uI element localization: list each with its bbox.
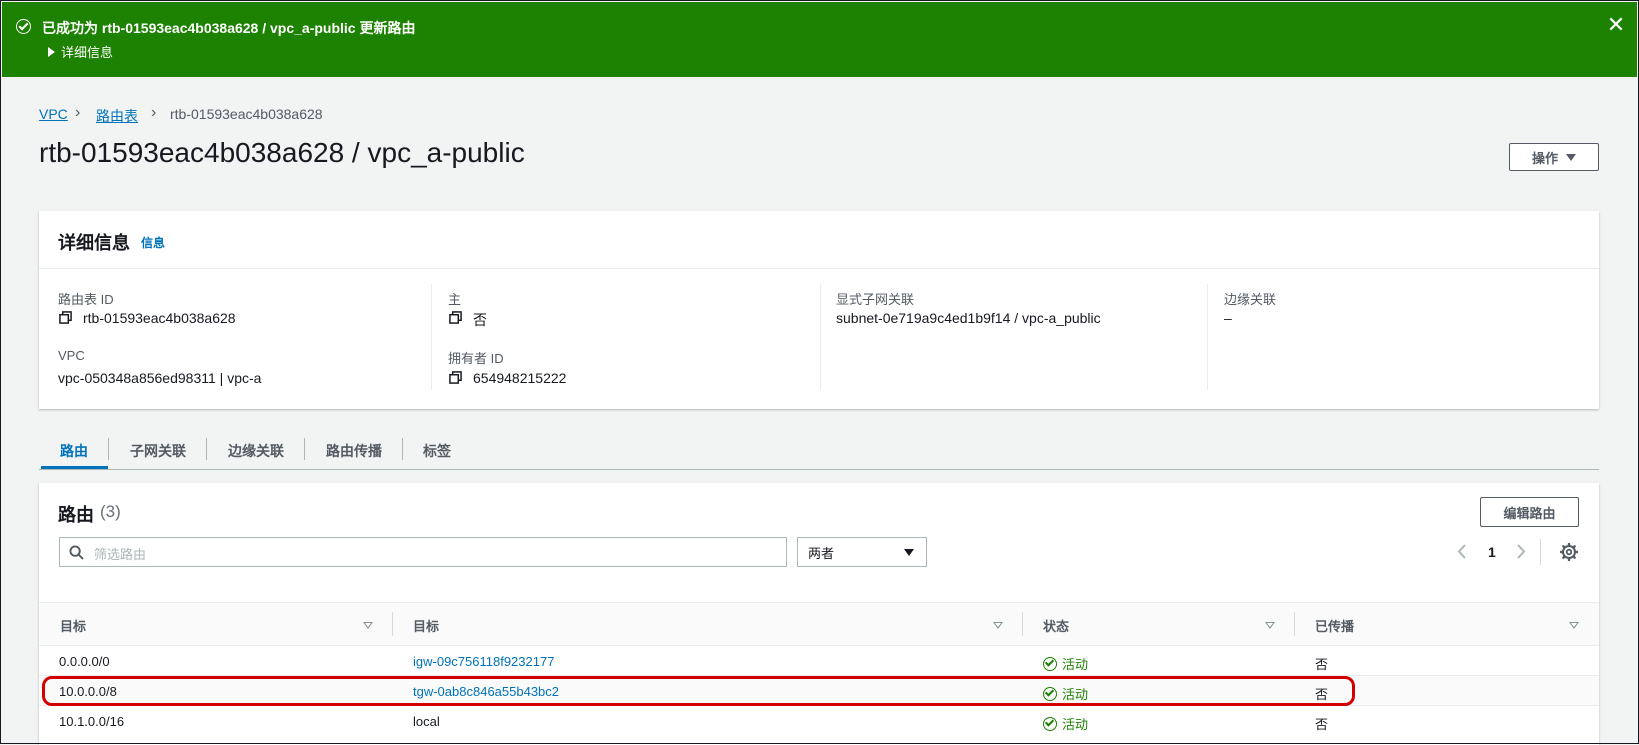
route-status-label: 活动 <box>1062 687 1089 702</box>
copy-icon[interactable] <box>449 311 462 324</box>
column-divider[interactable] <box>392 612 393 636</box>
tab-separator <box>304 438 305 460</box>
copy-icon[interactable] <box>59 311 72 324</box>
status-check-icon <box>1043 686 1057 701</box>
edge-association-value: – <box>1224 310 1232 326</box>
divider <box>39 268 1599 269</box>
column-divider[interactable] <box>1022 612 1023 636</box>
actions-label: 操作 <box>1531 150 1558 166</box>
column-header-propagated[interactable]: 已传播 <box>1315 616 1354 635</box>
close-icon[interactable]: ✕ <box>1606 14 1626 36</box>
tabs-bottom-border <box>39 469 1599 470</box>
status-check-icon <box>1043 656 1057 671</box>
owner-id-value: 654948215222 <box>473 370 567 386</box>
actions-dropdown-button[interactable]: 操作 <box>1509 143 1599 171</box>
page-title: rtb-01593eac4b038a628 / vpc_a-public <box>39 137 525 168</box>
propagation-filter-select[interactable]: 两者 <box>797 537 927 567</box>
owner-id-label: 拥有者 ID <box>448 351 504 366</box>
route-destination: 10.0.0.0/8 <box>59 684 117 699</box>
route-status-label: 活动 <box>1062 657 1089 672</box>
route-table-id-value: rtb-01593eac4b038a628 <box>83 310 236 326</box>
sort-icon[interactable] <box>993 622 1003 629</box>
status-check-icon <box>1043 716 1057 731</box>
column-header-target[interactable]: 目标 <box>413 616 439 635</box>
filter-routes-input[interactable] <box>59 537 787 567</box>
table-row <box>39 676 1599 705</box>
routes-count: (3) <box>100 502 121 521</box>
route-target-link[interactable]: igw-09c756118f9232177 <box>413 654 554 669</box>
tab-subnet-associations[interactable]: 子网关联 <box>130 441 186 461</box>
gear-icon[interactable] <box>1560 543 1578 561</box>
breadcrumb-current: rtb-01593eac4b038a628 <box>170 106 323 122</box>
breadcrumb-separator-icon: › <box>75 104 81 121</box>
edit-routes-button[interactable]: 编辑路由 <box>1480 497 1579 527</box>
route-status: 活动 <box>1043 714 1088 733</box>
main-value: 否 <box>473 312 487 328</box>
route-table-id-label: 路由表 ID <box>58 292 114 307</box>
explicit-subnet-link[interactable]: subnet-0e719a9c4ed1b9f14 / vpc-a_public <box>836 310 1101 326</box>
filter-routes-placeholder: 筛选路由 <box>94 547 147 562</box>
tab-edge-associations[interactable]: 边缘关联 <box>228 441 284 461</box>
column-divider <box>1207 284 1208 390</box>
vpc-link[interactable]: vpc-050348a856ed98311 | vpc-a <box>58 370 261 386</box>
tab-separator <box>402 438 403 460</box>
column-divider[interactable] <box>1294 612 1295 636</box>
tab-routes[interactable]: 路由 <box>60 441 88 461</box>
details-info-link[interactable]: 信息 <box>141 234 165 251</box>
flash-details-toggle[interactable]: 详细信息 <box>48 42 113 61</box>
row-divider <box>39 705 1599 706</box>
breadcrumb-separator-icon: › <box>151 104 157 121</box>
edit-routes-label: 编辑路由 <box>1503 505 1556 521</box>
route-propagated: 否 <box>1315 657 1329 672</box>
chevron-left-icon[interactable] <box>1457 543 1467 560</box>
breadcrumb-route-tables[interactable]: 路由表 <box>96 106 138 126</box>
route-status: 活动 <box>1043 684 1088 703</box>
caret-down-icon <box>1566 153 1576 161</box>
details-heading: 详细信息 <box>58 233 130 253</box>
column-header-destination[interactable]: 目标 <box>60 616 86 635</box>
column-divider <box>820 284 821 390</box>
flash-message: 已成功为 rtb-01593eac4b038a628 / vpc_a-publi… <box>42 20 416 36</box>
route-status-label: 活动 <box>1062 717 1089 732</box>
copy-icon[interactable] <box>449 371 462 384</box>
column-header-status[interactable]: 状态 <box>1043 616 1069 635</box>
vpc-label: VPC <box>58 348 85 363</box>
tab-route-propagation[interactable]: 路由传播 <box>326 441 382 461</box>
flash-details-label: 详细信息 <box>61 45 114 60</box>
sort-icon[interactable] <box>1265 622 1275 629</box>
pagination-divider <box>1540 539 1541 565</box>
details-panel <box>39 211 1599 409</box>
success-check-icon <box>16 19 31 34</box>
table-header <box>39 602 1599 646</box>
route-propagated: 否 <box>1315 717 1329 732</box>
explicit-subnet-label: 显式子网关联 <box>836 292 915 307</box>
chevron-right-icon[interactable] <box>1516 543 1526 560</box>
caret-right-icon <box>48 46 55 57</box>
page-number[interactable]: 1 <box>1488 544 1496 560</box>
breadcrumb-vpc[interactable]: VPC <box>39 106 68 122</box>
tab-separator <box>108 438 109 460</box>
success-flash-banner: 已成功为 rtb-01593eac4b038a628 / vpc_a-publi… <box>2 2 1637 77</box>
routes-heading: 路由 <box>58 505 94 525</box>
sort-icon[interactable] <box>363 622 373 629</box>
tab-separator <box>206 438 207 460</box>
column-divider <box>431 284 432 390</box>
propagation-filter-value: 两者 <box>808 545 835 561</box>
sort-icon[interactable] <box>1569 622 1579 629</box>
route-target: local <box>413 714 440 729</box>
search-icon <box>69 545 84 560</box>
edge-association-label: 边缘关联 <box>1224 292 1277 307</box>
route-destination: 10.1.0.0/16 <box>59 714 125 729</box>
route-status: 活动 <box>1043 654 1088 673</box>
route-destination: 0.0.0.0/0 <box>59 654 110 669</box>
route-target-link[interactable]: tgw-0ab8c846a55b43bc2 <box>413 684 559 699</box>
route-propagated: 否 <box>1315 687 1329 702</box>
caret-down-icon <box>904 548 914 556</box>
tab-tags[interactable]: 标签 <box>423 441 451 461</box>
main-label: 主 <box>448 292 462 307</box>
